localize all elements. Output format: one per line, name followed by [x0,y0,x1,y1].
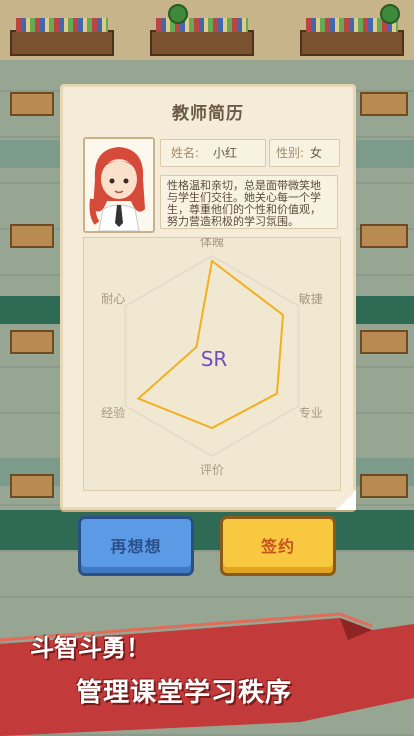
radar-chart: 体魄敏捷专业评价 经验 耐心 SR [101,238,323,477]
gender-value: 女 [310,146,323,160]
teacher-resume-card: 教师简历 姓名: 小红 性别: 女 性格温和亲切，总是面带微笑地与学生们交往。她关心… [60,84,356,510]
floor-stripe [0,510,414,550]
radar-axis-label: 体魄 [200,238,224,249]
desk [360,474,408,498]
teacher-portrait-icon [85,139,153,231]
slogan-line-2: 管理课堂学习秩序 [76,678,293,708]
bio-text: 性格温和亲切，总是面带微笑地与学生们交往。她关心每一个学生，尊重他们的个性和价值… [160,175,338,229]
name-value: 小红 [213,146,238,160]
desk [10,474,54,498]
name-label: 姓名: [171,146,200,160]
plant [380,4,400,24]
desk [10,92,54,116]
bookshelf [10,18,114,56]
card-title: 教师简历 [172,104,244,124]
desk [360,224,408,248]
bookshelf [150,18,254,56]
teacher-avatar [83,137,155,233]
gender-field: 性别: 女 [269,139,340,167]
radar-axis-label: 评价 [200,463,224,477]
radar-axis-label: 专业 [299,405,323,420]
page-curl [336,490,356,510]
desk [360,330,408,354]
radar-axis-label: 经验 [101,405,125,420]
bookshelf [300,18,404,56]
rarity-label: SR [201,347,228,371]
gender-label: 性别: [276,146,305,160]
radar-axis-label: 耐心 [101,292,125,306]
desk [10,330,54,354]
attribute-radar: 体魄敏捷专业评价 经验 耐心 SR [83,237,341,491]
desk [10,224,54,248]
radar-axis-label: 敏捷 [299,291,323,306]
slogan-line-1: 斗智斗勇！ [30,634,150,662]
plant [168,4,188,24]
name-field: 姓名: 小红 [160,139,266,167]
sign-button[interactable]: 签约 [220,516,336,576]
desk [360,92,408,116]
rethink-button[interactable]: 再想想 [78,516,194,576]
